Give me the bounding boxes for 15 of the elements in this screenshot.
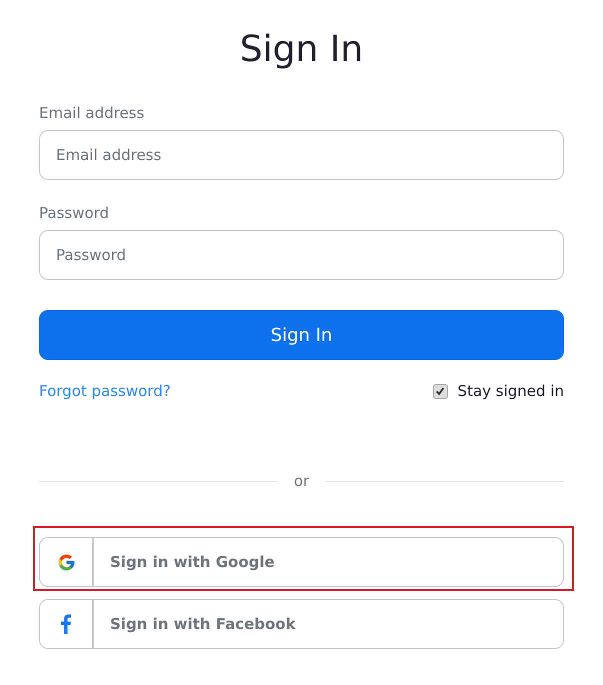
checkbox[interactable] [432, 384, 448, 398]
checkmark-icon [435, 386, 446, 396]
input-field[interactable]: Email address [39, 130, 564, 180]
social-sign-in-button[interactable]: Sign in with Google [39, 537, 564, 587]
forgot-password-link[interactable]: Forgot password? [39, 382, 171, 400]
facebook-logo-icon [61, 614, 71, 634]
google-logo-icon [56, 552, 76, 572]
field-label: Email address [39, 104, 146, 122]
checkbox-label: Stay signed in [458, 382, 564, 400]
page-title: Sign In [238, 28, 364, 72]
social-sign-in-button[interactable]: Sign in with Facebook [39, 599, 564, 649]
input-field[interactable]: Password [39, 230, 564, 280]
field-label: Password [39, 204, 110, 222]
divider-text: or [294, 472, 310, 490]
sign-in-button[interactable]: Sign In [39, 310, 564, 360]
